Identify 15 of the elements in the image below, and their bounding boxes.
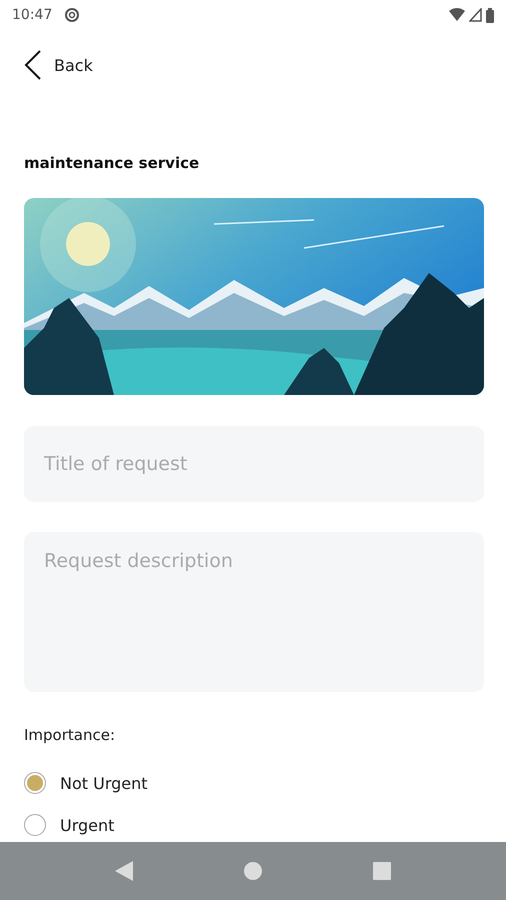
importance-label: Importance:	[24, 726, 116, 744]
home-nav-button[interactable]	[244, 862, 262, 880]
radio-option[interactable]: Urgent	[24, 814, 482, 836]
recents-nav-button[interactable]	[372, 862, 391, 880]
battery-icon	[486, 8, 494, 22]
description-field[interactable]: Request description	[24, 532, 484, 692]
title-field[interactable]: Title of request	[24, 426, 484, 502]
signal-icon	[469, 8, 482, 22]
radio-option[interactable]: Not Urgent	[24, 772, 482, 794]
back-nav-button[interactable]	[115, 861, 134, 881]
status-time: 10:47	[12, 7, 52, 23]
back-button[interactable]: Back	[24, 50, 93, 80]
wifi-icon	[449, 8, 465, 22]
page-title: maintenance service	[24, 154, 200, 172]
chevron-left-icon	[24, 50, 42, 80]
